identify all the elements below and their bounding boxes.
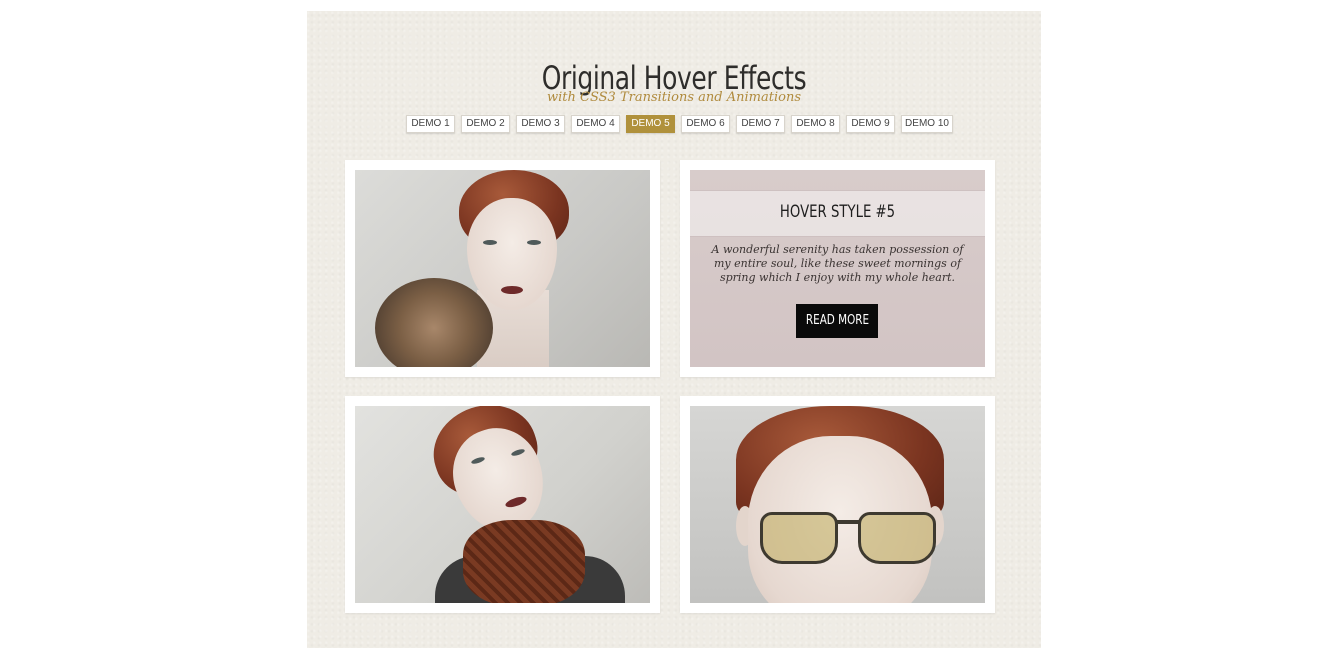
demo-nav: DEMO 1 DEMO 2 DEMO 3 DEMO 4 DEMO 5 DEMO … [406,115,953,133]
demo-link-7[interactable]: DEMO 7 [736,115,785,133]
eye-shape [527,240,541,245]
page-subtitle: with CSS3 Transitions and Animations [547,90,801,105]
page-container: Original Hover Effects with CSS3 Transit… [307,11,1041,648]
read-more-button[interactable]: READ MORE [796,304,878,338]
gallery-item-4[interactable] [680,396,995,613]
demo-link-2[interactable]: DEMO 2 [461,115,510,133]
glasses-bridge [836,520,860,524]
demo-link-10[interactable]: DEMO 10 [901,115,953,133]
gallery-item-1[interactable] [345,160,660,377]
scarf-shape [463,520,585,603]
portrait-photo-glasses [690,406,985,603]
hover-style-title: HOVER STYLE #5 [779,202,896,222]
gallery-item-3[interactable] [345,396,660,613]
demo-link-6[interactable]: DEMO 6 [681,115,730,133]
fur-stole-shape [375,278,493,367]
demo-link-5[interactable]: DEMO 5 [626,115,675,133]
demo-link-3[interactable]: DEMO 3 [516,115,565,133]
demo-link-4[interactable]: DEMO 4 [571,115,620,133]
portrait-photo-scarf [355,406,650,603]
read-more-label: READ MORE [805,313,869,328]
lips-shape [501,286,523,294]
hover-description: A wonderful serenity has taken possessio… [711,243,964,284]
glasses-left-lens [760,512,838,564]
eye-shape [483,240,497,245]
demo-link-9[interactable]: DEMO 9 [846,115,895,133]
gallery-item-2[interactable]: HOVER STYLE #5 A wonderful serenity has … [680,160,995,377]
portrait-photo-fur [355,170,650,367]
demo-link-8[interactable]: DEMO 8 [791,115,840,133]
glasses-right-lens [858,512,936,564]
hover-overlay: HOVER STYLE #5 A wonderful serenity has … [690,170,985,367]
demo-link-1[interactable]: DEMO 1 [406,115,455,133]
